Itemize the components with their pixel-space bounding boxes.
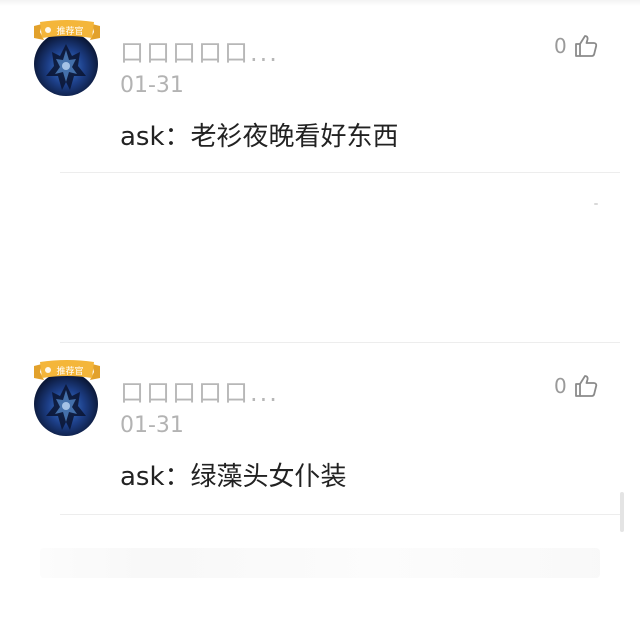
scrollbar[interactable] xyxy=(620,492,624,532)
divider xyxy=(60,172,620,173)
divider xyxy=(60,514,620,515)
divider xyxy=(60,342,620,343)
thumbs-up-icon xyxy=(574,375,597,397)
avatar-container[interactable]: 推荐官 xyxy=(34,20,100,96)
like-count: 0 xyxy=(554,374,567,398)
badge-text: 推荐官 xyxy=(56,365,83,377)
comment-text: ask：绿藻头女仆装 xyxy=(120,462,347,492)
username[interactable]: 口口口口口... xyxy=(120,373,279,408)
ribbon-badge-icon: 推荐官 xyxy=(34,20,100,40)
comment-text: ask：老衫夜晚看好东西 xyxy=(120,122,399,152)
comment-list-screen: 推荐官 口口口口口... 01-31 ask：老衫夜晚看好东西 0 推荐官 口口… xyxy=(0,0,640,640)
avatar-container[interactable]: 推荐官 xyxy=(34,360,100,436)
ribbon-badge-icon: 推荐官 xyxy=(34,360,100,380)
username[interactable]: 口口口口口... xyxy=(120,33,279,68)
loading-placeholder xyxy=(40,548,600,578)
scroll-indicator xyxy=(594,203,598,205)
comment-date: 01-31 xyxy=(120,413,184,438)
like-button[interactable]: 0 xyxy=(554,371,599,401)
empty-comment-placeholder xyxy=(0,174,640,342)
thumbs-up-icon xyxy=(574,35,597,57)
comment-date: 01-31 xyxy=(120,73,184,98)
like-button[interactable]: 0 xyxy=(554,31,599,61)
top-divider xyxy=(0,0,640,6)
badge-text: 推荐官 xyxy=(56,25,83,37)
like-count: 0 xyxy=(554,34,567,58)
